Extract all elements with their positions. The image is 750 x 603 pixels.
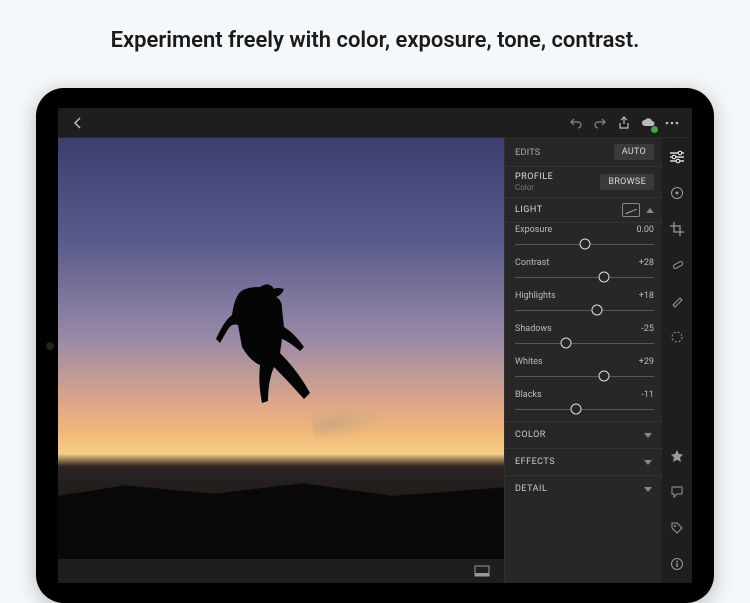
light-sliders: Exposure 0.00 Contrast +28 Highlights +18 Shad… <box>505 223 662 421</box>
slider-value: 0.00 <box>636 225 654 235</box>
slider-value: -25 <box>641 324 654 334</box>
color-section[interactable]: COLOR <box>505 421 662 448</box>
edits-row: EDITS AUTO <box>505 138 662 167</box>
adjust-tool[interactable] <box>666 146 688 168</box>
effects-section[interactable]: EFFECTS <box>505 448 662 475</box>
slider-value: -11 <box>641 390 654 400</box>
slider-knob[interactable] <box>561 338 572 349</box>
chevron-down-icon <box>644 460 652 465</box>
tool-strip <box>662 138 692 583</box>
slider-knob[interactable] <box>598 272 609 283</box>
slider-label: Exposure <box>515 225 552 235</box>
slider-exposure[interactable]: Exposure 0.00 <box>505 223 662 256</box>
radial-tool[interactable] <box>666 326 688 348</box>
app-screen: EDITS AUTO PROFILE Color BROWSE LIGHT <box>58 108 692 583</box>
slider-value: +28 <box>639 258 654 268</box>
more-button[interactable] <box>660 111 684 135</box>
tablet-device-frame: EDITS AUTO PROFILE Color BROWSE LIGHT <box>36 88 714 603</box>
profile-value: Color <box>515 183 600 192</box>
slider-shadows[interactable]: Shadows -25 <box>505 322 662 355</box>
canvas-area <box>58 138 504 583</box>
undo-button[interactable] <box>564 111 588 135</box>
comment-tool[interactable] <box>666 481 688 503</box>
heal-tool[interactable] <box>666 254 688 276</box>
browse-button[interactable]: BROWSE <box>600 174 654 190</box>
slider-label: Blacks <box>515 390 542 400</box>
slider-label: Highlights <box>515 291 556 301</box>
slider-track[interactable] <box>515 403 654 415</box>
slider-knob[interactable] <box>598 371 609 382</box>
photo-preview[interactable] <box>58 138 504 559</box>
crop-tool[interactable] <box>666 218 688 240</box>
tag-tool[interactable] <box>666 517 688 539</box>
slider-label: Shadows <box>515 324 552 334</box>
chevron-up-icon <box>646 208 654 213</box>
profile-label: PROFILE <box>515 172 600 182</box>
slider-whites[interactable]: Whites +29 <box>505 355 662 388</box>
slider-blacks[interactable]: Blacks -11 <box>505 388 662 421</box>
slider-label: Contrast <box>515 258 549 268</box>
slider-track[interactable] <box>515 304 654 316</box>
light-label: LIGHT <box>515 205 622 215</box>
slider-knob[interactable] <box>592 305 603 316</box>
share-button[interactable] <box>612 111 636 135</box>
slider-track[interactable] <box>515 271 654 283</box>
top-toolbar <box>58 108 692 138</box>
detail-label: DETAIL <box>515 484 547 494</box>
headline: Experiment freely with color, exposure, … <box>0 0 750 77</box>
slider-track[interactable] <box>515 337 654 349</box>
device-camera-dot <box>46 342 54 350</box>
edit-panel: EDITS AUTO PROFILE Color BROWSE LIGHT <box>504 138 662 583</box>
auto-button[interactable]: AUTO <box>614 144 654 160</box>
slider-label: Whites <box>515 357 543 367</box>
slider-contrast[interactable]: Contrast +28 <box>505 256 662 289</box>
profile-row: PROFILE Color BROWSE <box>505 167 662 198</box>
back-button[interactable] <box>66 111 90 135</box>
workspace: EDITS AUTO PROFILE Color BROWSE LIGHT <box>58 138 692 583</box>
rate-tool[interactable] <box>666 445 688 467</box>
slider-track[interactable] <box>515 238 654 250</box>
slider-value: +18 <box>639 291 654 301</box>
color-label: COLOR <box>515 430 546 440</box>
redo-button[interactable] <box>588 111 612 135</box>
target-tool[interactable] <box>666 182 688 204</box>
slider-knob[interactable] <box>579 239 590 250</box>
slider-highlights[interactable]: Highlights +18 <box>505 289 662 322</box>
chevron-down-icon <box>644 487 652 492</box>
brush-tool[interactable] <box>666 290 688 312</box>
edits-label: EDITS <box>515 147 614 158</box>
slider-track[interactable] <box>515 370 654 382</box>
tone-curve-button[interactable] <box>622 203 640 217</box>
info-tool[interactable] <box>666 553 688 575</box>
effects-label: EFFECTS <box>515 457 555 467</box>
photo-silhouette <box>210 281 320 431</box>
chevron-down-icon <box>644 433 652 438</box>
light-header[interactable]: LIGHT <box>505 198 662 223</box>
slider-value: +29 <box>639 357 654 367</box>
slider-knob[interactable] <box>571 404 582 415</box>
cloud-sync-button[interactable] <box>636 111 660 135</box>
detail-section[interactable]: DETAIL <box>505 475 662 502</box>
